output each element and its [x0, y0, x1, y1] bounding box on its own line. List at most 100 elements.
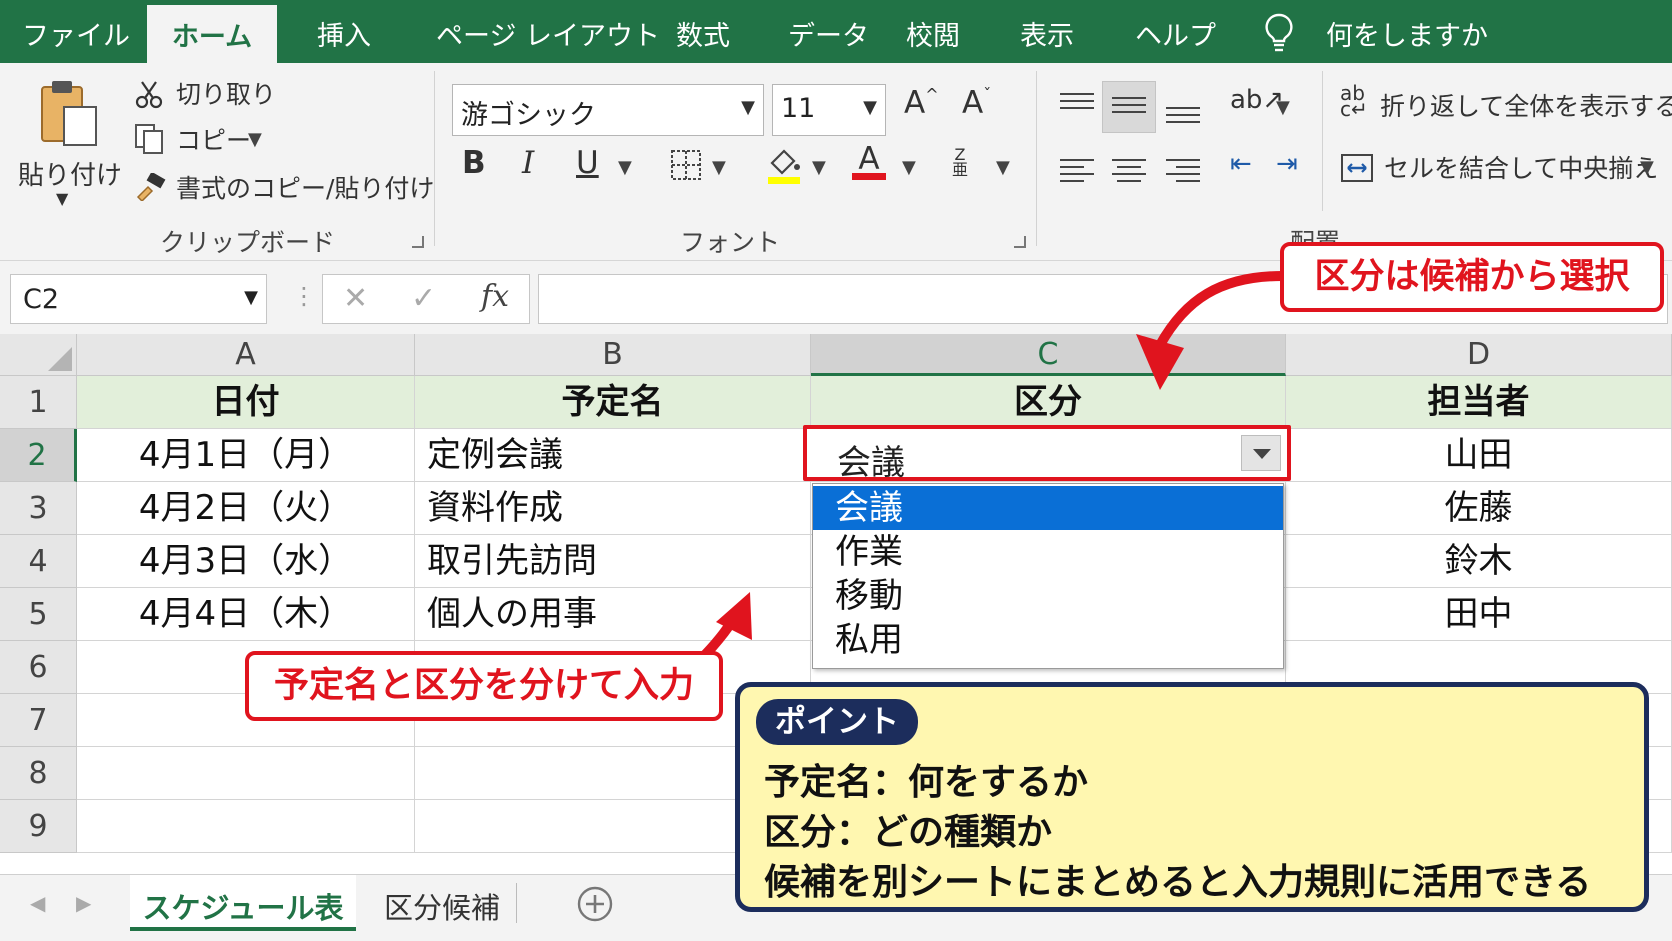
- row-header-7[interactable]: 7: [0, 694, 77, 747]
- borders-icon[interactable]: [670, 149, 702, 181]
- tab-separator: [516, 883, 517, 923]
- insert-function-icon[interactable]: fx: [481, 279, 509, 314]
- tab-file[interactable]: ファイル: [22, 14, 130, 53]
- cell-c1[interactable]: 区分: [811, 376, 1286, 429]
- cancel-icon[interactable]: ✕: [343, 281, 368, 316]
- increase-indent-icon[interactable]: ⇥: [1276, 149, 1298, 179]
- fill-color-dropdown-arrow[interactable]: ▼: [812, 157, 826, 178]
- align-center-icon[interactable]: [1112, 159, 1146, 185]
- cell-a2[interactable]: 4月1日（月）: [77, 429, 415, 482]
- font-launcher-icon[interactable]: [1014, 236, 1026, 248]
- cell-a8[interactable]: [77, 747, 415, 800]
- select-all-corner[interactable]: [0, 334, 77, 376]
- cell-a3[interactable]: 4月2日（火）: [77, 482, 415, 535]
- sheet-tab-schedule[interactable]: スケジュール表: [130, 875, 356, 931]
- font-color-dropdown-arrow[interactable]: ▼: [902, 157, 916, 178]
- add-sheet-icon[interactable]: [576, 885, 614, 923]
- enter-check-icon[interactable]: ✓: [411, 281, 436, 316]
- cell-a5[interactable]: 4月4日（木）: [77, 588, 415, 641]
- borders-dropdown-arrow[interactable]: ▼: [712, 157, 726, 178]
- paste-icon[interactable]: [38, 77, 100, 149]
- cell-a9[interactable]: [77, 800, 415, 853]
- increase-font-size-icon[interactable]: A^: [904, 85, 939, 121]
- paste-dropdown-arrow[interactable]: ▼: [56, 189, 68, 208]
- tab-insert[interactable]: 挿入: [317, 14, 371, 53]
- wrap-text-button[interactable]: 折り返して全体を表示する: [1380, 87, 1672, 123]
- align-right-icon[interactable]: [1166, 159, 1200, 185]
- copy-dropdown-arrow[interactable]: ▼: [248, 129, 262, 150]
- tab-view[interactable]: 表示: [1020, 14, 1074, 53]
- tab-data[interactable]: データ: [788, 14, 869, 53]
- list-dropdown-button[interactable]: [1241, 435, 1281, 471]
- cell-b2[interactable]: 定例会議: [415, 429, 811, 482]
- decrease-font-size-icon[interactable]: Aˇ: [962, 85, 991, 121]
- underline-dropdown-arrow[interactable]: ▼: [618, 157, 632, 178]
- cell-d3[interactable]: 佐藤: [1286, 482, 1672, 535]
- cell-d2[interactable]: 山田: [1286, 429, 1672, 482]
- scroll-right-icon[interactable]: ▶: [76, 891, 91, 915]
- scroll-left-icon[interactable]: ◀: [30, 891, 45, 915]
- fill-color-icon[interactable]: [766, 145, 802, 185]
- cell-a1[interactable]: 日付: [77, 376, 415, 429]
- copy-button[interactable]: コピー: [176, 121, 251, 157]
- cell-d5[interactable]: 田中: [1286, 588, 1672, 641]
- tab-home[interactable]: ホーム: [147, 5, 277, 64]
- font-name-combo[interactable]: 游ゴシック ▼: [452, 84, 764, 136]
- paste-button[interactable]: 貼り付け: [18, 155, 122, 192]
- chevron-down-icon: ▼: [863, 97, 877, 118]
- formula-buttons: ✕ ✓ fx: [322, 274, 530, 324]
- column-header-a[interactable]: A: [77, 334, 415, 376]
- align-top-icon[interactable]: [1060, 93, 1094, 119]
- row-header-2[interactable]: 2: [0, 429, 77, 482]
- row-header-6[interactable]: 6: [0, 641, 77, 694]
- dropdown-option-work[interactable]: 作業: [813, 530, 1283, 574]
- bold-button[interactable]: B: [462, 145, 486, 181]
- dropdown-option-personal[interactable]: 私用: [813, 618, 1283, 662]
- phonetic-dropdown-arrow[interactable]: ▼: [996, 157, 1010, 178]
- name-box[interactable]: C2 ▼: [10, 274, 267, 324]
- cut-button[interactable]: 切り取り: [176, 75, 276, 111]
- font-color-button[interactable]: A: [852, 141, 886, 180]
- merge-center-button[interactable]: セルを結合して中央揃え: [1384, 149, 1658, 185]
- cell-b4[interactable]: 取引先訪問: [415, 535, 811, 588]
- dropdown-option-meeting[interactable]: 会議: [813, 486, 1283, 530]
- orientation-dropdown-arrow[interactable]: ▼: [1276, 97, 1290, 118]
- align-bottom-icon[interactable]: [1166, 107, 1200, 133]
- phonetic-guide-icon[interactable]: Z亜: [952, 147, 968, 178]
- clipboard-launcher-icon[interactable]: [412, 236, 424, 248]
- cell-b1[interactable]: 予定名: [415, 376, 811, 429]
- row-header-9[interactable]: 9: [0, 800, 77, 853]
- format-painter-icon: [136, 173, 166, 201]
- sheet-tab-categories[interactable]: 区分候補: [372, 875, 512, 931]
- column-header-c[interactable]: C: [811, 334, 1286, 376]
- chevron-down-icon: ▼: [741, 97, 755, 118]
- cell-b3[interactable]: 資料作成: [415, 482, 811, 535]
- align-middle-icon[interactable]: [1112, 97, 1146, 123]
- tell-me-search[interactable]: 何をしますか: [1326, 14, 1488, 53]
- cell-d4[interactable]: 鈴木: [1286, 535, 1672, 588]
- row-header-3[interactable]: 3: [0, 482, 77, 535]
- underline-button[interactable]: U: [576, 145, 599, 181]
- tab-review[interactable]: 校閲: [906, 14, 960, 53]
- decrease-indent-icon[interactable]: ⇤: [1230, 149, 1252, 179]
- tab-formulas[interactable]: 数式: [676, 14, 730, 53]
- tab-help[interactable]: ヘルプ: [1135, 14, 1216, 53]
- column-header-b[interactable]: B: [415, 334, 811, 376]
- cell-a4[interactable]: 4月3日（水）: [77, 535, 415, 588]
- dropdown-option-travel[interactable]: 移動: [813, 574, 1283, 618]
- font-size-combo[interactable]: 11 ▼: [772, 84, 886, 136]
- cell-d1[interactable]: 担当者: [1286, 376, 1672, 429]
- merge-dropdown-arrow[interactable]: ▼: [1640, 157, 1654, 178]
- column-header-d[interactable]: D: [1286, 334, 1672, 376]
- row-header-8[interactable]: 8: [0, 747, 77, 800]
- italic-button[interactable]: I: [522, 145, 534, 181]
- tab-page-layout[interactable]: ページ レイアウト: [436, 14, 660, 53]
- row-header-1[interactable]: 1: [0, 376, 77, 429]
- selected-cell-c2[interactable]: 会議: [803, 425, 1291, 483]
- row-header-4[interactable]: 4: [0, 535, 77, 588]
- row-header-5[interactable]: 5: [0, 588, 77, 641]
- align-left-icon[interactable]: [1060, 159, 1094, 185]
- cell-b5[interactable]: 個人の用事: [415, 588, 811, 641]
- format-painter-button[interactable]: 書式のコピー/貼り付け: [176, 169, 434, 205]
- point-box: ポイント 予定名：何をするか 区分：どの種類か 候補を別シートにまとめると入力規…: [735, 682, 1649, 912]
